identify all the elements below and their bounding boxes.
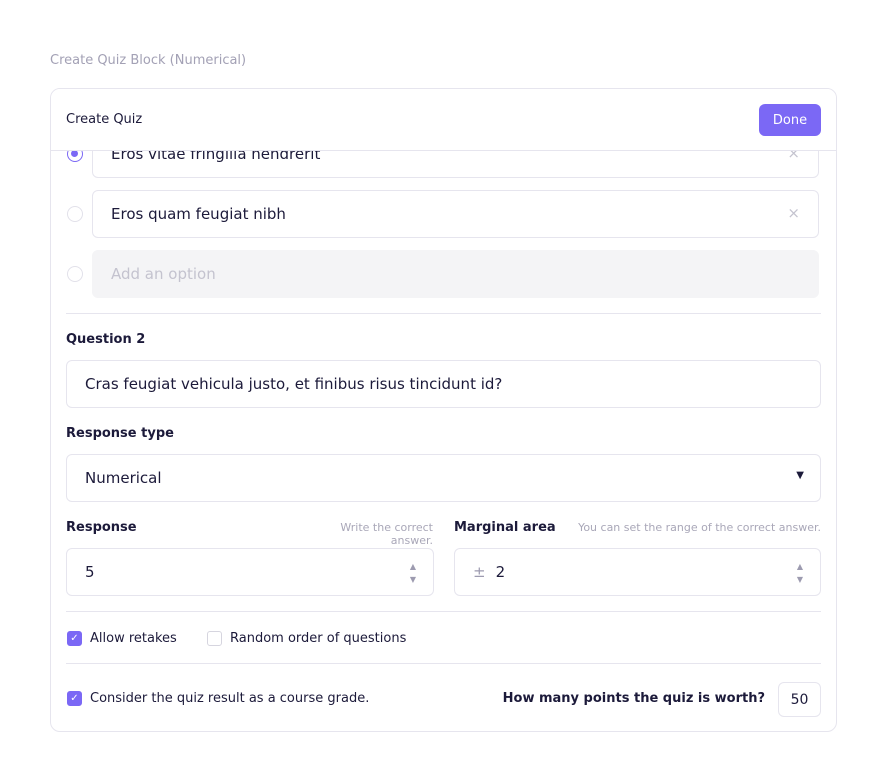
option-2-radio[interactable] — [67, 206, 83, 222]
response-input[interactable]: 5 ▲ ▼ — [66, 548, 434, 596]
response-label: Response — [66, 520, 137, 535]
arrow-up-icon[interactable]: ▲ — [797, 560, 803, 573]
points-label: How many points the quiz is worth? — [502, 691, 765, 706]
response-hint: Write the correct answer. — [340, 521, 433, 547]
divider — [66, 663, 821, 664]
response-value: 5 — [85, 563, 95, 581]
option-2-text: Eros quam feugiat nibh — [111, 205, 286, 223]
arrow-down-icon[interactable]: ▼ — [410, 573, 416, 586]
add-option-radio — [67, 266, 83, 282]
response-type-label: Response type — [66, 426, 174, 441]
header-title: Create Quiz — [66, 112, 143, 127]
add-option-input[interactable]: Add an option — [92, 250, 819, 298]
random-order-label: Random order of questions — [230, 631, 407, 646]
arrow-down-icon[interactable]: ▼ — [797, 573, 803, 586]
add-option-placeholder: Add an option — [111, 265, 216, 283]
course-grade-label: Consider the quiz result as a course gra… — [90, 691, 370, 706]
question-label: Question 2 — [66, 332, 146, 347]
card-header: Create Quiz Done — [51, 89, 836, 151]
plus-minus-icon: ± — [473, 563, 486, 581]
marginal-area-value: 2 — [495, 563, 506, 581]
create-quiz-card: Create Quiz Done Eros vitae fringilla he… — [50, 88, 837, 732]
allow-retakes-checkbox[interactable]: ✓ — [67, 631, 82, 646]
marginal-stepper[interactable]: ▲ ▼ — [797, 560, 803, 586]
arrow-up-icon[interactable]: ▲ — [410, 560, 416, 573]
option-2-input[interactable]: Eros quam feugiat nibh × — [92, 190, 819, 238]
question-text: Cras feugiat vehicula justo, et finibus … — [85, 375, 503, 393]
allow-retakes-label: Allow retakes — [90, 631, 177, 646]
response-type-select[interactable]: Numerical ▼ — [66, 454, 821, 502]
response-stepper[interactable]: ▲ ▼ — [410, 560, 416, 586]
caret-down-icon: ▼ — [796, 470, 804, 481]
course-grade-checkbox[interactable]: ✓ — [67, 691, 82, 706]
points-value: 50 — [790, 691, 809, 708]
points-input[interactable]: 50 — [778, 682, 821, 717]
page-title: Create Quiz Block (Numerical) — [50, 53, 247, 68]
question-input[interactable]: Cras feugiat vehicula justo, et finibus … — [66, 360, 821, 408]
divider — [66, 611, 821, 612]
divider — [66, 313, 821, 314]
marginal-area-input[interactable]: ± 2 ▲ ▼ — [454, 548, 821, 596]
remove-option-2-close-icon[interactable]: × — [787, 204, 800, 222]
marginal-area-label: Marginal area — [454, 520, 556, 535]
marginal-area-hint: You can set the range of the correct ans… — [578, 521, 821, 534]
random-order-checkbox[interactable] — [207, 631, 222, 646]
response-type-value: Numerical — [85, 469, 162, 487]
done-button[interactable]: Done — [759, 104, 821, 136]
